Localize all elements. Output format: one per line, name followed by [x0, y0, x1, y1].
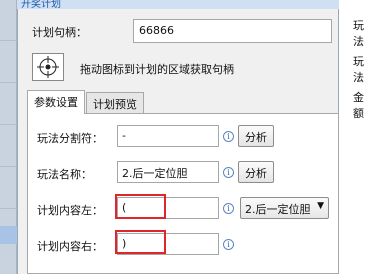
window-title-bar: 开奖计划: [17, 0, 339, 9]
list-divider: [0, 208, 17, 209]
list-divider: [0, 82, 17, 83]
analyze-separator-button[interactable]: 分析: [238, 125, 274, 147]
list-divider: [0, 166, 17, 167]
right-label-amount: 金额: [353, 91, 364, 120]
tab-params[interactable]: 参数设置: [27, 90, 85, 114]
content-left-select-value: 2.后一定位胆: [245, 203, 311, 216]
right-label-play-1: 玩法: [353, 19, 364, 48]
crosshair-grab-tool[interactable]: [32, 53, 64, 81]
play-name-input[interactable]: 2.后一定位胆: [117, 161, 219, 183]
crosshair-icon: [37, 56, 59, 78]
right-label-play-2: 玩法: [353, 55, 364, 84]
window-title: 开奖计划: [21, 0, 61, 9]
name-label: 玩法名称：: [37, 168, 92, 181]
content-left-select[interactable]: 2.后一定位胆 ▼: [240, 197, 329, 219]
list-divider: [0, 124, 17, 125]
info-icon[interactable]: i: [223, 167, 234, 178]
info-icon[interactable]: i: [223, 203, 234, 214]
content-right-label: 计划内容右：: [37, 240, 103, 253]
left-list-strip: [0, 0, 17, 274]
analyze-name-button[interactable]: 分析: [238, 161, 274, 183]
tab-preview[interactable]: 计划预览: [86, 92, 144, 113]
highlight-box-right: [115, 230, 166, 254]
grab-hint-text: 拖动图标到计划的区域获取句柄: [80, 63, 234, 76]
highlight-box-left: [115, 194, 166, 219]
separator-input[interactable]: -: [117, 125, 219, 147]
handle-label: 计划句柄：: [32, 26, 87, 39]
content-left-label: 计划内容左：: [37, 204, 103, 217]
list-divider: [0, 40, 17, 41]
separator-label: 玩法分割符：: [37, 132, 103, 145]
right-partial-column: 玩法 玩法 金额: [339, 0, 373, 274]
list-selected-row[interactable]: [0, 226, 17, 244]
chevron-down-icon: ▼: [317, 201, 324, 211]
info-icon[interactable]: i: [223, 239, 234, 250]
info-icon[interactable]: i: [223, 131, 234, 142]
handle-input[interactable]: 66866: [133, 19, 332, 43]
